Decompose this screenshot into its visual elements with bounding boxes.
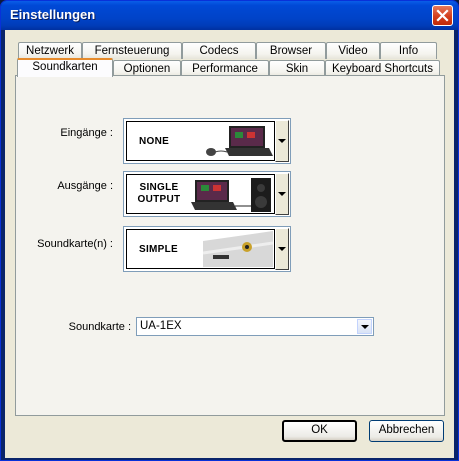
outputs-label: Ausgänge :: [57, 180, 113, 192]
chevron-down-icon: [278, 139, 286, 143]
ok-button[interactable]: OK: [282, 420, 357, 442]
dialog-client-area: Netzwerk Fernsteuerung Codecs Browser Vi…: [5, 30, 454, 458]
tab-panel-soundkarten: Eingänge : NONE Ausgänge: SINGLE OUTPUT…: [15, 75, 445, 416]
audio-jack-icon: [203, 231, 273, 267]
tab-netzwerk[interactable]: Netzwerk: [18, 42, 82, 59]
chevron-down-icon: [278, 247, 286, 251]
tab-label: Performance: [192, 63, 258, 75]
inputs-selector[interactable]: NONE: [123, 118, 291, 164]
tab-label: Optionen: [123, 63, 171, 75]
tab-fernsteuerung[interactable]: Fernsteuerung: [82, 42, 182, 59]
settings-window: Einstellungen Netzwerk Fernsteuerung Cod…: [0, 0, 459, 461]
tab-info[interactable]: Info: [380, 42, 437, 59]
outputs-option-text: SINGLE OUTPUT: [135, 182, 183, 206]
soundcard-value: UA-1EX: [140, 320, 182, 332]
inputs-option-text: NONE: [139, 136, 170, 147]
outputs-dropdown-button[interactable]: [275, 173, 289, 215]
inputs-label: Eingänge :: [60, 127, 113, 139]
tab-label: Skin: [285, 63, 309, 75]
soundcards-selector[interactable]: SIMPLE: [123, 226, 291, 272]
laptop-mouse-icon: [206, 126, 273, 156]
soundcard-dropdown-button[interactable]: [357, 319, 372, 334]
chevron-down-icon: [361, 325, 369, 329]
soundcards-option-text: SIMPLE: [139, 244, 179, 255]
tab-label: Fernsteuerung: [94, 45, 170, 57]
tab-label: Video: [338, 45, 368, 57]
tab-soundkarten[interactable]: Soundkarten: [17, 58, 113, 77]
cancel-button[interactable]: Abbrechen: [369, 420, 444, 442]
inputs-dropdown-button[interactable]: [275, 120, 289, 162]
tab-label: Browser: [269, 45, 313, 57]
soundcard-label: Soundkarte :: [68, 321, 131, 333]
tab-browser[interactable]: Browser: [256, 42, 326, 59]
tab-codecs[interactable]: Codecs: [182, 42, 256, 59]
soundcards-dropdown-button[interactable]: [275, 228, 289, 270]
tab-label: Codecs: [199, 45, 239, 57]
outputs-option-line1: SINGLE: [139, 182, 179, 193]
chevron-down-icon: [278, 192, 286, 196]
outputs-preview: SINGLE OUTPUT: [126, 174, 275, 214]
soundcards-label: Soundkarte(n) :: [37, 238, 113, 250]
tab-video[interactable]: Video: [326, 42, 380, 59]
tab-label: Info: [398, 45, 419, 57]
tab-label: Soundkarten: [32, 61, 98, 73]
soundcard-select[interactable]: UA-1EX: [136, 317, 374, 336]
inputs-preview: NONE: [126, 121, 275, 161]
outputs-option-line2: OUTPUT: [137, 194, 181, 205]
window-title: Einstellungen: [10, 7, 96, 22]
close-button[interactable]: [432, 5, 453, 26]
tab-label: Netzwerk: [26, 45, 74, 57]
tab-label: Keyboard Shortcuts: [331, 63, 433, 75]
outputs-selector[interactable]: SINGLE OUTPUT: [123, 171, 291, 217]
close-icon: [436, 9, 449, 22]
soundcards-preview: SIMPLE: [126, 229, 275, 269]
laptop-speaker-icon: [191, 178, 271, 212]
title-bar[interactable]: Einstellungen: [1, 1, 458, 30]
